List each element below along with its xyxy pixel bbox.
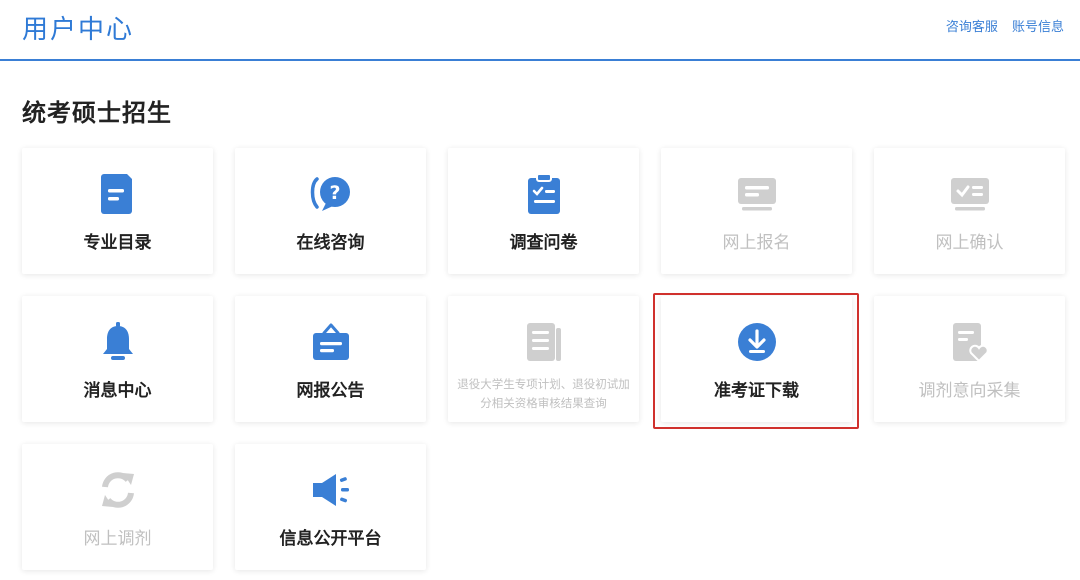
- clipboard-check-icon: [448, 174, 639, 214]
- svg-text:?: ?: [329, 182, 340, 204]
- card-label: 调剂意向采集: [918, 381, 1021, 401]
- card-info-disclosure-platform[interactable]: 信息公开平台: [235, 444, 426, 570]
- header: 用户中心 咨询客服 账号信息: [0, 0, 1080, 61]
- card-online-confirm[interactable]: 网上确认: [874, 148, 1065, 274]
- card-survey[interactable]: 调查问卷: [448, 148, 639, 274]
- monitor-check-icon: [874, 174, 1065, 214]
- card-label: 网报公告: [296, 381, 365, 401]
- card-label: 信息公开平台: [279, 529, 382, 549]
- card-label: 消息中心: [83, 381, 152, 401]
- card-online-adjustment[interactable]: 网上调剂: [22, 444, 213, 570]
- top-links: 咨询客服 账号信息: [936, 16, 1064, 35]
- card-veteran-qualification-query[interactable]: 退役大学生专项计划、退役初试加分相关资格审核结果查询: [448, 296, 639, 422]
- question-chat-icon: ?: [235, 174, 426, 214]
- notice-board-icon: [235, 322, 426, 362]
- section-title: 统考硕士招生: [22, 99, 172, 127]
- card-message-center[interactable]: 消息中心: [22, 296, 213, 422]
- card-label: 网上报名: [722, 233, 791, 253]
- card-label: 网上确认: [935, 233, 1004, 253]
- card-announcement[interactable]: 网报公告: [235, 296, 426, 422]
- account-info-link[interactable]: 账号信息: [1012, 20, 1064, 35]
- card-online-registration[interactable]: 网上报名: [661, 148, 852, 274]
- monitor-icon: [661, 174, 852, 214]
- consult-service-link[interactable]: 咨询客服: [946, 20, 998, 35]
- list-document-icon: [448, 322, 639, 362]
- card-online-consult[interactable]: ? 在线咨询: [235, 148, 426, 274]
- card-label: 专业目录: [83, 233, 152, 253]
- page-brand-title: 用户中心: [22, 15, 135, 45]
- download-icon: [661, 322, 852, 362]
- speaker-icon: [235, 470, 426, 510]
- card-label: 退役大学生专项计划、退役初试加分相关资格审核结果查询: [457, 377, 630, 410]
- card-label: 准考证下载: [714, 381, 799, 401]
- document-icon: [22, 174, 213, 214]
- card-admission-ticket-download[interactable]: 准考证下载: [661, 296, 852, 422]
- document-heart-icon: [874, 322, 1065, 362]
- card-major-catalog[interactable]: 专业目录: [22, 148, 213, 274]
- card-label: 在线咨询: [296, 233, 365, 253]
- card-label: 网上调剂: [83, 529, 152, 549]
- refresh-icon: [22, 470, 213, 510]
- card-label: 调查问卷: [509, 233, 578, 253]
- bell-icon: [22, 322, 213, 362]
- card-adjustment-intention[interactable]: 调剂意向采集: [874, 296, 1065, 422]
